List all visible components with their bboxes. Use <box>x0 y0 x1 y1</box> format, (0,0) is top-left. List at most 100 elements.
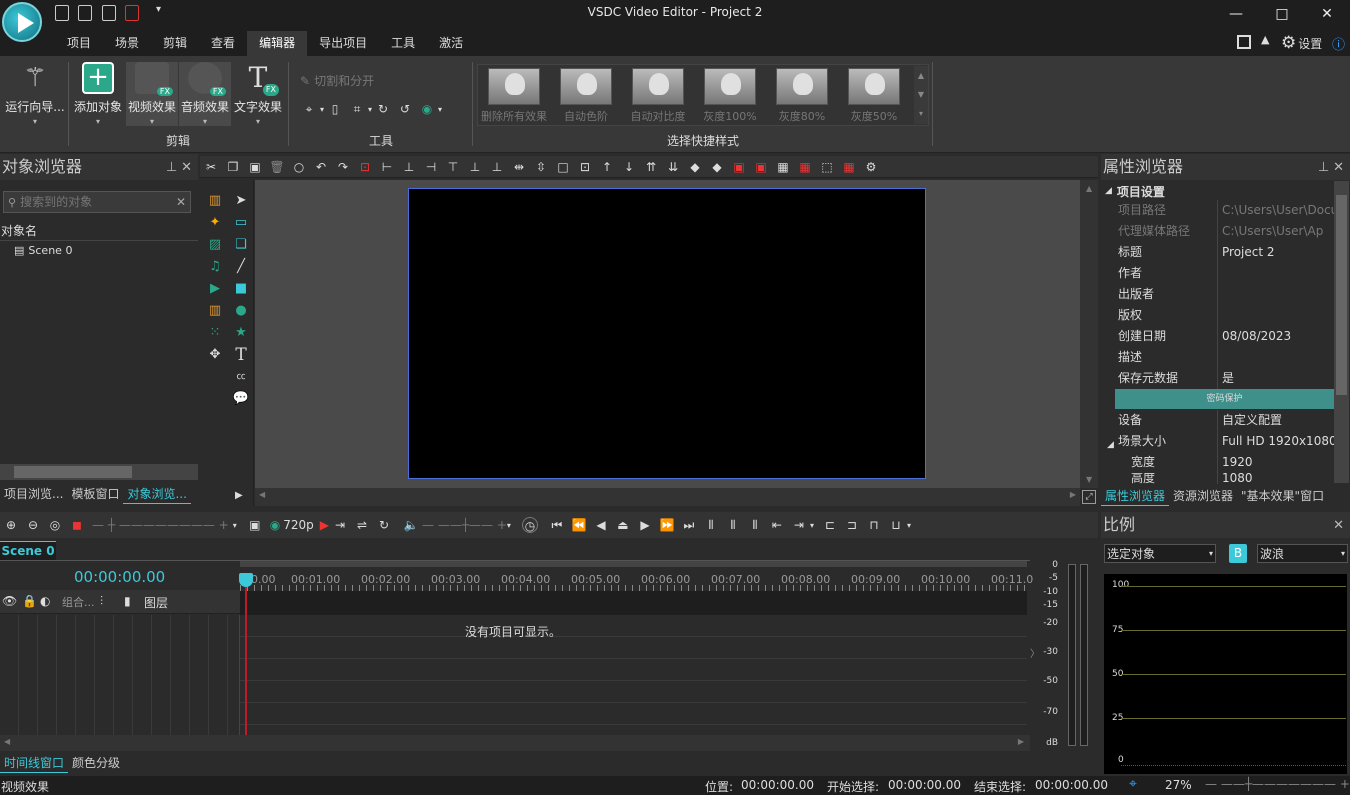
audio-effects-button[interactable]: FX 音频效果 ▾ <box>179 62 231 126</box>
tab-timeline[interactable]: 时间线窗口 <box>0 753 69 773</box>
text-icon[interactable]: T <box>230 344 252 366</box>
audio-wave-icon[interactable]: ◎ <box>47 517 63 533</box>
move-icon[interactable]: ✥ <box>204 344 226 366</box>
gallery-scroll[interactable]: ▲ ▼ ▾ <box>914 66 928 124</box>
property-row[interactable]: 出版者 <box>1115 283 1334 305</box>
property-row[interactable]: 宽度 1920 <box>1115 451 1334 473</box>
property-row[interactable]: 版权 <box>1115 304 1334 326</box>
playhead-handle[interactable] <box>239 573 253 587</box>
tab-object-browser[interactable]: 对象浏览... <box>123 484 191 504</box>
text-effects-button[interactable]: T FX 文字效果 ▾ <box>232 62 284 127</box>
crop-icon[interactable]: ⌗ <box>349 101 365 117</box>
split-icon[interactable]: ⫴ <box>703 517 719 533</box>
zoom-slider[interactable]: — ——┼——————— + <box>1205 777 1350 791</box>
tree-item-scene[interactable]: ▤ Scene 0 <box>14 244 72 257</box>
delete-icon[interactable]: 🗑 <box>269 159 285 175</box>
next-marker-icon[interactable]: ⇥ <box>791 517 807 533</box>
play-icon[interactable]: ▶ <box>637 517 653 533</box>
horizontal-scrollbar[interactable] <box>0 464 198 480</box>
resolution-label[interactable]: 720p <box>283 518 314 532</box>
scene-canvas[interactable] <box>408 188 926 479</box>
rewind-icon[interactable]: ⏪ <box>571 517 587 533</box>
chart-icon[interactable]: ▥ <box>204 190 226 212</box>
dropdown-icon[interactable]: ▾ <box>233 521 237 530</box>
go-end-icon[interactable]: ⏭ <box>681 517 697 533</box>
property-row[interactable]: 项目路径 C:\Users\User\Docu <box>1115 199 1334 221</box>
rotate-left-icon[interactable]: ↺ <box>397 101 413 117</box>
collapse-ribbon-icon[interactable]: ▲ <box>1261 33 1269 46</box>
dropdown-icon[interactable]: ▾ <box>907 521 911 530</box>
zoom-out-icon[interactable]: ⊖ <box>25 517 41 533</box>
tab-tools[interactable]: 工具 <box>379 31 427 56</box>
expand-toolbar-icon[interactable]: ▶ <box>235 490 243 501</box>
dropdown-icon[interactable]: ▾ <box>507 521 511 530</box>
collapse-icon[interactable]: ◢ <box>1107 440 1114 450</box>
tab-editor[interactable]: 编辑器 <box>247 31 308 56</box>
style-remove-all-thumbnail[interactable] <box>488 68 540 105</box>
property-row[interactable]: 标题 Project 2 <box>1115 241 1334 263</box>
layout1-icon[interactable]: ⊓ <box>866 517 882 533</box>
bring-front-icon[interactable]: ⇈ <box>643 159 659 175</box>
marquee-icon[interactable]: ⬚ <box>819 159 835 175</box>
split2-icon[interactable]: ⫴ <box>725 517 741 533</box>
shape-icon[interactable]: ◆ <box>687 159 703 175</box>
volume-icon[interactable]: 🔈 <box>403 517 419 533</box>
layout-icon[interactable] <box>1237 35 1251 49</box>
record-icon[interactable]: ◼ <box>69 517 85 533</box>
pin-icon[interactable]: ⊥ <box>1318 160 1329 175</box>
undo-icon[interactable]: ↶ <box>313 159 329 175</box>
clock-icon[interactable]: ◷ <box>521 517 538 533</box>
horizontal-scrollbar[interactable]: ◀ ▶ <box>255 488 1080 506</box>
pointer-icon[interactable]: ➤ <box>230 190 252 212</box>
ellipse-icon[interactable]: ● <box>230 300 252 322</box>
preview-mode-icon[interactable]: ▣ <box>247 517 263 533</box>
align-center-icon[interactable]: ⊥ <box>401 159 417 175</box>
scene-tab[interactable]: Scene 0 <box>0 541 56 560</box>
property-row[interactable]: 场景大小 Full HD 1920x1080 <box>1115 430 1334 452</box>
info-icon[interactable]: ⓘ <box>1332 34 1345 53</box>
grid-icon[interactable]: ▦ <box>775 159 791 175</box>
select-all-icon[interactable]: ⊡ <box>357 159 373 175</box>
copy-icon[interactable]: ❐ <box>225 159 241 175</box>
line-icon[interactable]: ╱ <box>230 256 252 278</box>
blend-icon[interactable]: ◐ <box>40 594 50 608</box>
dropdown-icon[interactable]: ▾ <box>368 105 372 114</box>
property-row[interactable]: 描述 <box>1115 346 1334 368</box>
align-right-icon[interactable]: ⊣ <box>423 159 439 175</box>
step-back-icon[interactable]: ◀ <box>593 517 609 533</box>
snap-icon[interactable]: ⊏ <box>822 517 838 533</box>
vertical-scrollbar[interactable]: ▲ ▼ <box>1080 180 1098 488</box>
speed-icon[interactable]: ◉ <box>419 101 435 117</box>
zoom-slider[interactable]: — ┼ ———————— + <box>92 518 229 532</box>
cut-icon[interactable]: ✂ <box>203 159 219 175</box>
freeform-icon[interactable]: ★ <box>230 322 252 344</box>
image-icon[interactable]: ▨ <box>204 234 226 256</box>
timeline-hscroll[interactable]: ◀ ▶ <box>0 735 1030 751</box>
loop-icon[interactable]: ⇥ <box>332 517 348 533</box>
property-row[interactable]: 代理媒体路径 C:\Users\User\Ap <box>1115 220 1334 242</box>
track-area[interactable] <box>240 615 1027 735</box>
lock-icon[interactable]: 🔒 <box>22 594 37 608</box>
marker-icon[interactable]: ▦ <box>841 159 857 175</box>
circle-icon[interactable]: ○ <box>291 159 307 175</box>
layers-icon[interactable]: ❑ <box>230 234 252 256</box>
balloon-icon[interactable]: 💬 <box>230 388 252 410</box>
tab-project-browser[interactable]: 项目浏览... <box>0 484 67 504</box>
mark-icon[interactable]: ▦ <box>797 159 813 175</box>
property-row[interactable]: 设备 自定义配置 <box>1115 409 1334 431</box>
pin-icon[interactable]: ⊥ <box>166 160 177 175</box>
tab-basic-effects[interactable]: "基本效果"窗口 <box>1237 486 1328 506</box>
property-row[interactable]: 保存元数据是 <box>1115 367 1334 389</box>
subtitle-icon[interactable]: ㏄ <box>230 366 252 388</box>
repeat-icon[interactable]: ⇌ <box>354 517 370 533</box>
add-object-button[interactable]: + 添加对象 ▾ <box>72 62 124 126</box>
maximize-button[interactable]: □ <box>1259 0 1305 28</box>
particles-icon[interactable]: ⁙ <box>204 322 226 344</box>
tab-color-grading[interactable]: 颜色分级 <box>68 753 124 773</box>
properties-scrollbar[interactable] <box>1334 181 1349 483</box>
style-gray80-thumbnail[interactable] <box>776 68 828 105</box>
object-select[interactable]: 选定对象 ▾ <box>1104 544 1216 563</box>
play-flag-icon[interactable]: ▶ <box>320 518 329 532</box>
fast-forward-icon[interactable]: ⏩ <box>659 517 675 533</box>
redo-icon[interactable]: ↷ <box>335 159 351 175</box>
